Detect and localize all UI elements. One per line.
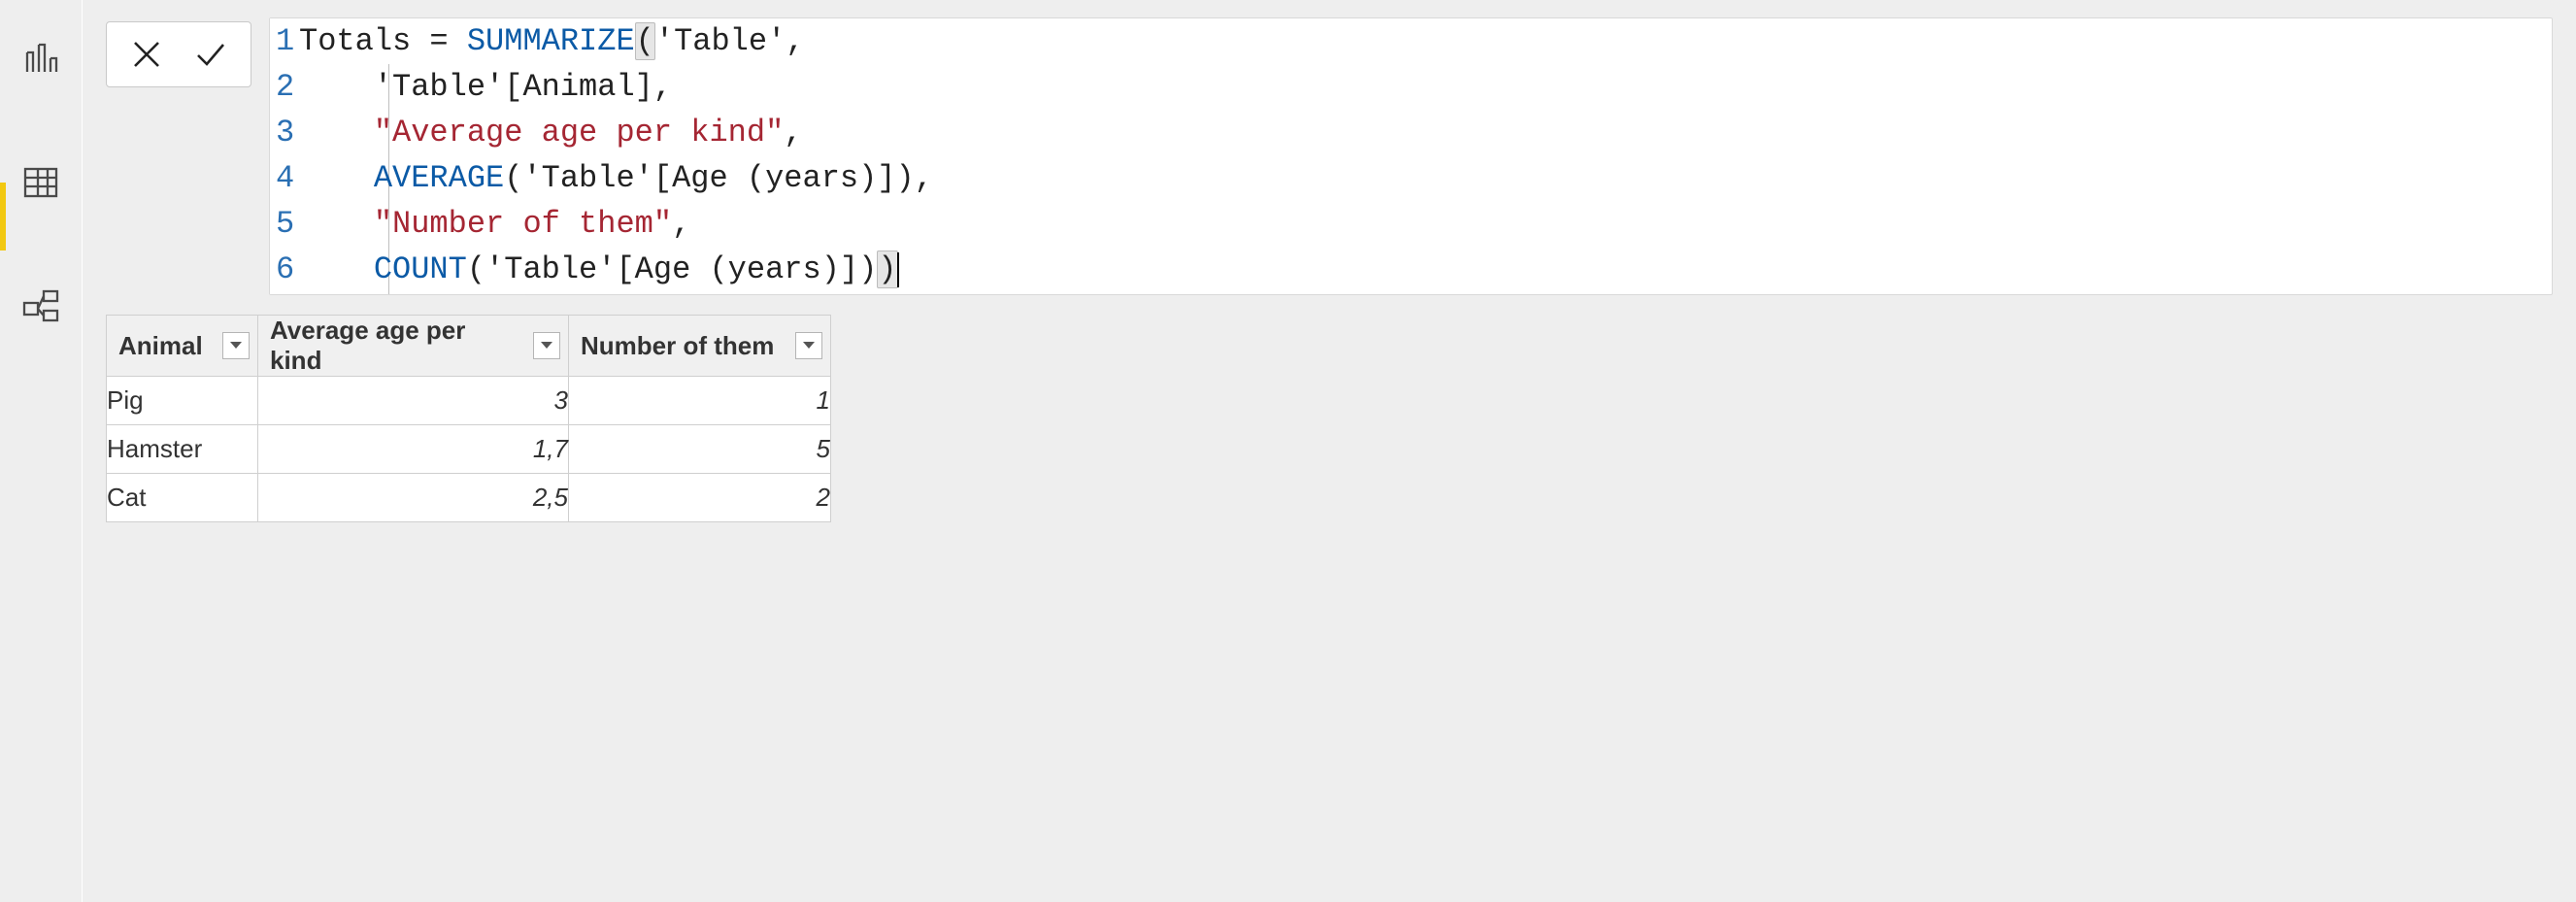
line-number: 6: [276, 247, 293, 292]
text-caret: [897, 252, 899, 287]
active-view-indicator: [0, 183, 6, 251]
code-line[interactable]: 'Table'[Animal],: [299, 64, 2542, 110]
column-filter-button[interactable]: [795, 332, 822, 359]
model-view-button[interactable]: [12, 278, 70, 336]
cancel-button[interactable]: [122, 30, 171, 79]
data-view-button[interactable]: [12, 153, 70, 212]
cell-count[interactable]: 5: [569, 425, 831, 474]
commit-button[interactable]: [186, 30, 235, 79]
bar-chart-icon: [21, 39, 60, 78]
cell-animal[interactable]: Hamster: [107, 425, 258, 474]
code-line[interactable]: AVERAGE('Table'[Age (years)]),: [299, 155, 2542, 201]
check-icon: [194, 38, 227, 71]
cell-avg[interactable]: 3: [258, 377, 569, 425]
column-header-avg[interactable]: Average age per kind: [258, 316, 569, 377]
result-table: Animal Average age per kind Number of them…: [106, 315, 831, 522]
column-header-label: Animal: [118, 331, 203, 361]
cell-animal[interactable]: Cat: [107, 474, 258, 522]
table-row[interactable]: Pig31: [107, 377, 831, 425]
view-switcher-rail: [0, 0, 83, 902]
main-content: 123456 Totals = SUMMARIZE('Table', 'Tabl…: [83, 0, 2576, 902]
line-number: 1: [276, 18, 293, 64]
column-filter-button[interactable]: [533, 332, 560, 359]
line-number: 4: [276, 155, 293, 201]
line-number: 5: [276, 201, 293, 247]
code-line[interactable]: Totals = SUMMARIZE('Table',: [299, 18, 2542, 64]
column-header-label: Number of them: [581, 331, 774, 361]
table-icon: [21, 163, 60, 202]
close-icon: [130, 38, 163, 71]
chevron-down-icon: [229, 341, 243, 351]
table-row[interactable]: Hamster1,75: [107, 425, 831, 474]
cell-count[interactable]: 2: [569, 474, 831, 522]
dax-formula-editor[interactable]: 123456 Totals = SUMMARIZE('Table', 'Tabl…: [269, 17, 2553, 295]
line-number: 3: [276, 110, 293, 155]
column-header-count[interactable]: Number of them: [569, 316, 831, 377]
table-row[interactable]: Cat2,52: [107, 474, 831, 522]
column-header-label: Average age per kind: [270, 316, 519, 376]
cell-avg[interactable]: 1,7: [258, 425, 569, 474]
column-header-animal[interactable]: Animal: [107, 316, 258, 377]
cell-animal[interactable]: Pig: [107, 377, 258, 425]
formula-confirm-box: [106, 21, 251, 87]
chevron-down-icon: [540, 341, 553, 351]
code-line[interactable]: "Number of them",: [299, 201, 2542, 247]
cell-count[interactable]: 1: [569, 377, 831, 425]
line-number-gutter: 123456: [270, 18, 299, 294]
model-icon: [21, 287, 60, 326]
code-area[interactable]: Totals = SUMMARIZE('Table', 'Table'[Anim…: [299, 18, 2552, 294]
cell-avg[interactable]: 2,5: [258, 474, 569, 522]
chevron-down-icon: [802, 341, 816, 351]
table-header-row: Animal Average age per kind Number of them: [107, 316, 831, 377]
code-line[interactable]: "Average age per kind",: [299, 110, 2542, 155]
column-filter-button[interactable]: [222, 332, 250, 359]
report-view-button[interactable]: [12, 29, 70, 87]
formula-bar: 123456 Totals = SUMMARIZE('Table', 'Tabl…: [106, 17, 2553, 295]
line-number: 2: [276, 64, 293, 110]
code-line[interactable]: COUNT('Table'[Age (years)])): [299, 247, 2542, 292]
table-body: Pig31Hamster1,75Cat2,52: [107, 377, 831, 522]
